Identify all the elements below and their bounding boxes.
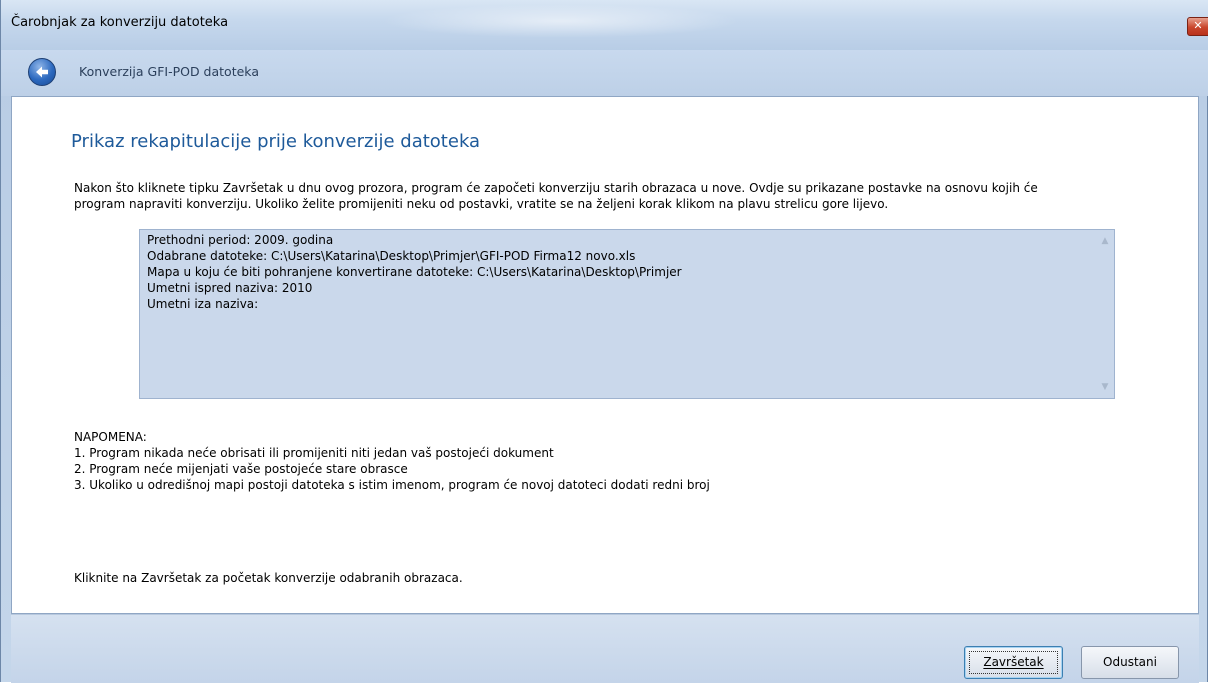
summary-textbox[interactable]: Prethodni period: 2009. godina Odabrane … [139, 229, 1115, 399]
vertical-scrollbar[interactable]: ▲ ▼ [1096, 230, 1114, 398]
finish-hint: Kliknite na Završetak za početak konverz… [74, 571, 463, 585]
intro-text: Nakon što kliknete tipku Završetak u dnu… [74, 180, 1174, 212]
finish-button[interactable]: Završetak [964, 646, 1063, 679]
summary-previous-period: Prethodni period: 2009. godina [147, 233, 334, 247]
scroll-down-icon[interactable]: ▼ [1096, 378, 1114, 396]
back-arrow-glyph [36, 66, 48, 78]
page-heading: Prikaz rekapitulacije prije konverzije d… [71, 131, 481, 152]
wizard-step-title: Konverzija GFI-POD datoteka [79, 64, 259, 79]
summary-prefix: Umetni ispred naziva: 2010 [147, 281, 313, 295]
focus-rectangle [969, 651, 1058, 674]
back-arrow-icon[interactable] [28, 58, 56, 86]
wizard-window: Čarobnjak za konverziju datoteka ✕ Konve… [0, 0, 1208, 683]
window-title: Čarobnjak za konverziju datoteka [11, 15, 229, 30]
summary-output-folder: Mapa u koju će biti pohranjene konvertir… [147, 265, 682, 279]
intro-line-2: program napraviti konverziju. Ukoliko že… [74, 197, 889, 211]
note-item: 2. Program neće mijenjati vaše postojeće… [74, 462, 408, 476]
note-item: 1. Program nikada neće obrisati ili prom… [74, 446, 554, 460]
note-block: NAPOMENA: 1. Program nikada neće obrisat… [74, 429, 710, 493]
intro-line-1: Nakon što kliknete tipku Završetak u dnu… [74, 181, 1038, 195]
summary-lines: Prethodni period: 2009. godina Odabrane … [147, 232, 682, 312]
cancel-button[interactable]: Odustani [1081, 646, 1179, 679]
close-icon[interactable]: ✕ [1187, 17, 1208, 36]
title-bar-glare [381, 4, 741, 38]
note-item: 3. Ukoliko u odredišnoj mapi postoji dat… [74, 478, 710, 492]
summary-suffix: Umetni iza naziva: [147, 297, 259, 311]
note-title: NAPOMENA: [74, 430, 147, 444]
summary-selected-files: Odabrane datoteke: C:\Users\Katarina\Des… [147, 249, 636, 263]
scroll-up-icon[interactable]: ▲ [1096, 232, 1114, 250]
title-bar: Čarobnjak za konverziju datoteka ✕ [1, 0, 1208, 50]
